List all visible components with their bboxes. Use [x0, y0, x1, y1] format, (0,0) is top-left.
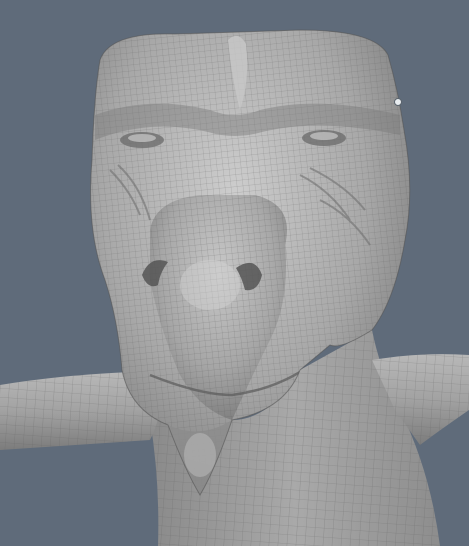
3d-viewport[interactable]: [0, 0, 469, 546]
sculpt-mesh-render: [0, 29, 469, 546]
vertex-marker-icon[interactable]: [394, 98, 402, 106]
